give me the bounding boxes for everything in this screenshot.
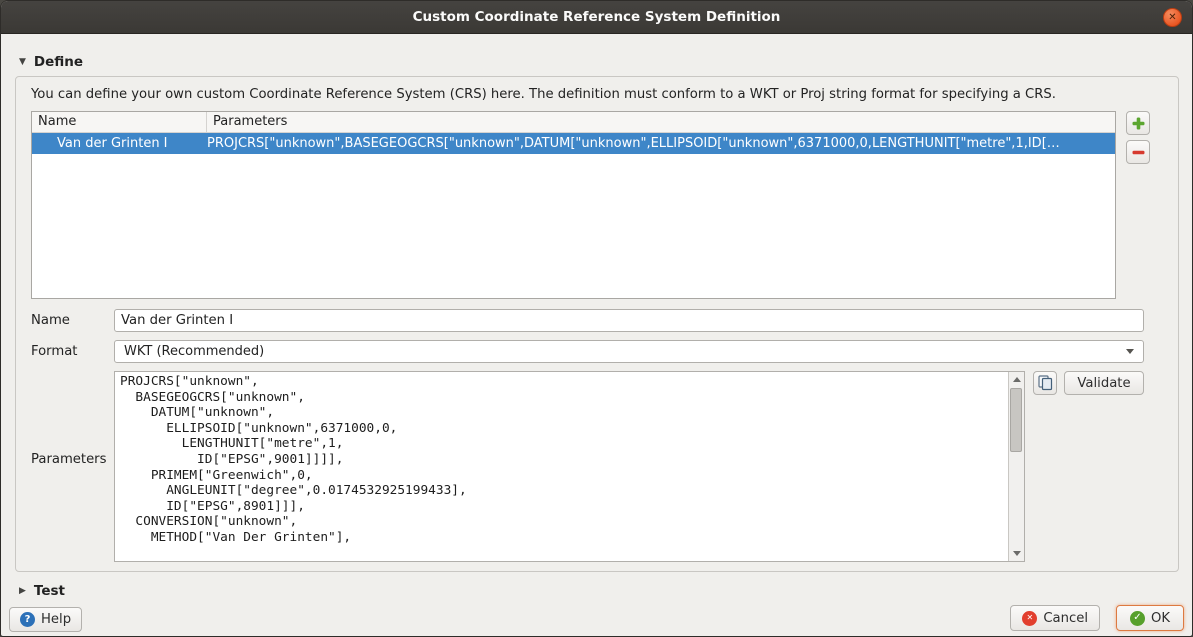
parameters-editor[interactable]: PROJCRS["unknown", BASEGEOGCRS["unknown"… [114, 371, 1025, 562]
add-crs-button[interactable] [1126, 111, 1150, 135]
define-group-header[interactable]: ▼ Define [19, 54, 83, 70]
copy-wkt-button[interactable] [1033, 371, 1057, 395]
close-icon: ✕ [1168, 13, 1176, 23]
format-selected-value: WKT (Recommended) [124, 344, 264, 359]
cancel-button-label: Cancel [1043, 611, 1088, 626]
titlebar[interactable]: Custom Coordinate Reference System Defin… [1, 1, 1192, 34]
column-header-name[interactable]: Name [32, 112, 207, 132]
table-row-van-der-grinten[interactable]: Van der Grinten I PROJCRS["unknown",BASE… [32, 133, 1115, 154]
minus-icon [1132, 146, 1145, 159]
name-label: Name [31, 313, 70, 328]
help-button-label: Help [41, 612, 71, 627]
cancel-button[interactable]: ✕ Cancel [1010, 605, 1100, 631]
help-button[interactable]: ? Help [9, 607, 82, 632]
help-icon: ? [20, 612, 35, 627]
crs-description-text: You can define your own custom Coordinat… [31, 87, 1161, 102]
copy-icon [1038, 375, 1053, 391]
scroll-down-button[interactable] [1009, 546, 1024, 561]
format-label: Format [31, 344, 77, 359]
scroll-down-icon [1013, 551, 1021, 556]
test-group-header[interactable]: ▶ Test [19, 583, 65, 599]
scroll-up-button[interactable] [1009, 372, 1024, 387]
chevron-down-icon [1126, 349, 1134, 354]
close-button[interactable]: ✕ [1163, 8, 1182, 27]
define-group-title: Define [34, 54, 83, 70]
window-title: Custom Coordinate Reference System Defin… [413, 9, 781, 25]
chevron-down-icon: ▼ [19, 58, 26, 67]
ok-button[interactable]: ✓ OK [1116, 605, 1184, 631]
name-input[interactable] [114, 309, 1144, 332]
validate-button[interactable]: Validate [1064, 371, 1144, 395]
chevron-right-icon: ▶ [19, 587, 26, 596]
format-select[interactable]: WKT (Recommended) [114, 340, 1144, 363]
column-header-parameters[interactable]: Parameters [207, 112, 1115, 132]
plus-icon [1132, 117, 1145, 130]
cancel-icon: ✕ [1022, 611, 1037, 626]
parameters-label: Parameters [31, 452, 106, 467]
crs-table-header: Name Parameters [32, 112, 1115, 133]
custom-crs-dialog: Custom Coordinate Reference System Defin… [0, 0, 1193, 637]
test-group-title: Test [34, 583, 65, 599]
vertical-scrollbar[interactable] [1008, 372, 1024, 561]
row-parameters-cell: PROJCRS["unknown",BASEGEOGCRS["unknown",… [207, 136, 1115, 151]
ok-button-label: OK [1151, 611, 1170, 626]
crs-table[interactable]: Name Parameters Van der Grinten I PROJCR… [31, 111, 1116, 299]
remove-crs-button[interactable] [1126, 140, 1150, 164]
row-name-cell: Van der Grinten I [32, 136, 207, 151]
scroll-up-icon [1013, 377, 1021, 382]
ok-icon: ✓ [1130, 611, 1145, 626]
parameters-wkt-text[interactable]: PROJCRS["unknown", BASEGEOGCRS["unknown"… [115, 372, 1008, 561]
scrollbar-thumb[interactable] [1010, 388, 1022, 452]
